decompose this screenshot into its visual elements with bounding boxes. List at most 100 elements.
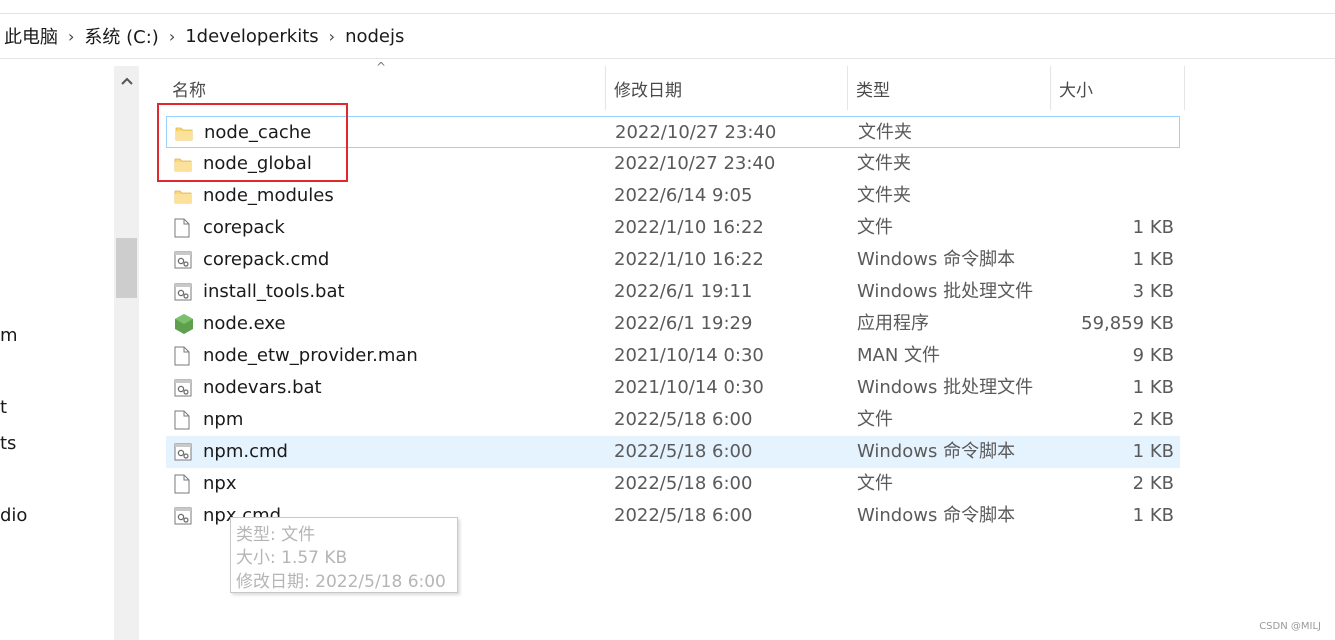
- file-modified-date: 2022/10/27 23:40: [615, 122, 777, 143]
- file-size: 9 KB: [1132, 345, 1174, 366]
- address-breadcrumb[interactable]: 此电脑 › 系统 (C:) › 1developerkits › nodejs: [0, 14, 1335, 59]
- file-modified-date: 2022/5/18 6:00: [614, 505, 753, 526]
- file-name[interactable]: npm: [203, 404, 243, 436]
- column-header-size[interactable]: 大小: [1059, 66, 1183, 110]
- file-size: 3 KB: [1132, 281, 1174, 302]
- file-type: 文件夹: [857, 153, 911, 174]
- file-name[interactable]: corepack: [203, 212, 285, 244]
- file-modified-date: 2022/1/10 16:22: [614, 249, 764, 270]
- column-divider[interactable]: [1050, 66, 1051, 110]
- chevron-right-icon[interactable]: ›: [163, 27, 181, 46]
- file-type: 文件夹: [857, 185, 911, 206]
- file-name[interactable]: node_cache: [204, 117, 311, 149]
- column-header-type[interactable]: 类型: [856, 66, 1050, 110]
- file-modified-date: 2022/6/1 19:11: [614, 281, 753, 302]
- breadcrumb-nodejs[interactable]: nodejs: [341, 26, 408, 47]
- file-name[interactable]: npx: [203, 468, 237, 500]
- file-type: 文件: [857, 409, 893, 430]
- file-type: MAN 文件: [857, 345, 941, 366]
- file-row[interactable]: node.exe 2022/6/1 19:29 应用程序 59,859 KB: [166, 308, 1180, 340]
- file-icon: [174, 468, 194, 500]
- file-type: Windows 批处理文件: [857, 377, 1034, 398]
- file-row[interactable]: node_global 2022/10/27 23:40 文件夹: [166, 148, 1180, 180]
- breadcrumb-developerkits[interactable]: 1developerkits: [181, 26, 322, 47]
- nav-item-truncated[interactable]: t: [0, 397, 7, 418]
- file-modified-date: 2022/6/14 9:05: [614, 185, 753, 206]
- file-row[interactable]: node_modules 2022/6/14 9:05 文件夹: [166, 180, 1180, 212]
- nav-scrollbar[interactable]: [114, 66, 139, 640]
- file-name[interactable]: npm.cmd: [203, 436, 288, 468]
- file-name[interactable]: install_tools.bat: [203, 276, 345, 308]
- column-divider[interactable]: [1184, 66, 1185, 110]
- tooltip-size: 大小: 1.57 KB: [236, 548, 348, 568]
- window-top-strip: [0, 0, 1335, 14]
- chevron-right-icon[interactable]: ›: [323, 27, 341, 46]
- file-row[interactable]: corepack.cmd 2022/1/10 16:22 Windows 命令脚本 1…: [166, 244, 1180, 276]
- file-type: Windows 命令脚本: [857, 249, 1016, 270]
- file-size: 1 KB: [1132, 441, 1174, 462]
- script-icon: [174, 436, 194, 468]
- file-row[interactable]: node_etw_provider.man 2021/10/14 0:30 MAN …: [166, 340, 1180, 372]
- file-name[interactable]: node.exe: [203, 308, 286, 340]
- file-size: 2 KB: [1132, 409, 1174, 430]
- file-type: Windows 批处理文件: [857, 281, 1034, 302]
- file-icon: [174, 212, 194, 244]
- file-row[interactable]: install_tools.bat 2022/6/1 19:11 Windows 批…: [166, 276, 1180, 308]
- folder-icon: [175, 117, 195, 149]
- file-row[interactable]: npm.cmd 2022/5/18 6:00 Windows 命令脚本 1 KB: [166, 436, 1180, 468]
- column-header-date[interactable]: 修改日期: [614, 66, 846, 110]
- file-modified-date: 2022/5/18 6:00: [614, 409, 753, 430]
- file-info-tooltip: 类型: 文件 大小: 1.57 KB 修改日期: 2022/5/18 6:00: [230, 517, 458, 593]
- watermark: CSDN @MILJ: [1259, 621, 1321, 632]
- file-size: 59,859 KB: [1081, 313, 1174, 334]
- file-modified-date: 2022/6/1 19:29: [614, 313, 753, 334]
- file-name[interactable]: node_global: [203, 148, 312, 180]
- file-size: 1 KB: [1132, 217, 1174, 238]
- tooltip-type: 类型: 文件: [236, 525, 316, 545]
- file-row[interactable]: nodevars.bat 2021/10/14 0:30 Windows 批处理文件…: [166, 372, 1180, 404]
- file-modified-date: 2022/10/27 23:40: [614, 153, 776, 174]
- file-row[interactable]: npx 2022/5/18 6:00 文件 2 KB: [166, 468, 1180, 500]
- tooltip-modified: 修改日期: 2022/5/18 6:00: [236, 572, 446, 592]
- column-header-name[interactable]: 名称: [172, 66, 605, 110]
- chevron-right-icon[interactable]: ›: [62, 27, 80, 46]
- column-divider[interactable]: [605, 66, 606, 110]
- nav-item-truncated[interactable]: m: [0, 325, 18, 346]
- scroll-up-arrow-icon[interactable]: [114, 66, 139, 96]
- breadcrumb-this-pc[interactable]: 此电脑: [0, 23, 62, 49]
- column-divider[interactable]: [847, 66, 848, 110]
- folder-icon: [174, 180, 194, 212]
- file-row[interactable]: node_cache 2022/10/27 23:40 文件夹: [166, 116, 1180, 148]
- file-icon: [174, 404, 194, 436]
- navigation-pane: m t ts dio: [0, 60, 114, 640]
- file-type: 文件: [857, 217, 893, 238]
- script-icon: [174, 500, 194, 532]
- nav-item-truncated[interactable]: dio: [0, 505, 27, 526]
- file-type: Windows 命令脚本: [857, 505, 1016, 526]
- file-size: 2 KB: [1132, 473, 1174, 494]
- file-type: 文件: [857, 473, 893, 494]
- file-row[interactable]: npm 2022/5/18 6:00 文件 2 KB: [166, 404, 1180, 436]
- file-name[interactable]: node_etw_provider.man: [203, 340, 418, 372]
- file-row[interactable]: corepack 2022/1/10 16:22 文件 1 KB: [166, 212, 1180, 244]
- file-icon: [174, 340, 194, 372]
- nodejs-icon: [174, 308, 194, 340]
- file-name[interactable]: node_modules: [203, 180, 334, 212]
- file-name[interactable]: nodevars.bat: [203, 372, 322, 404]
- file-modified-date: 2021/10/14 0:30: [614, 377, 764, 398]
- file-type: 文件夹: [858, 122, 912, 143]
- file-modified-date: 2022/1/10 16:22: [614, 217, 764, 238]
- script-icon: [174, 244, 194, 276]
- folder-icon: [174, 148, 194, 180]
- script-icon: [174, 372, 194, 404]
- file-modified-date: 2022/5/18 6:00: [614, 441, 753, 462]
- file-name[interactable]: corepack.cmd: [203, 244, 329, 276]
- nav-item-truncated[interactable]: ts: [0, 433, 16, 454]
- breadcrumb-system-drive[interactable]: 系统 (C:): [80, 23, 162, 49]
- file-modified-date: 2022/5/18 6:00: [614, 473, 753, 494]
- script-icon: [174, 276, 194, 308]
- scrollbar-thumb[interactable]: [116, 238, 137, 298]
- file-type: 应用程序: [857, 313, 929, 334]
- file-modified-date: 2021/10/14 0:30: [614, 345, 764, 366]
- file-size: 1 KB: [1132, 377, 1174, 398]
